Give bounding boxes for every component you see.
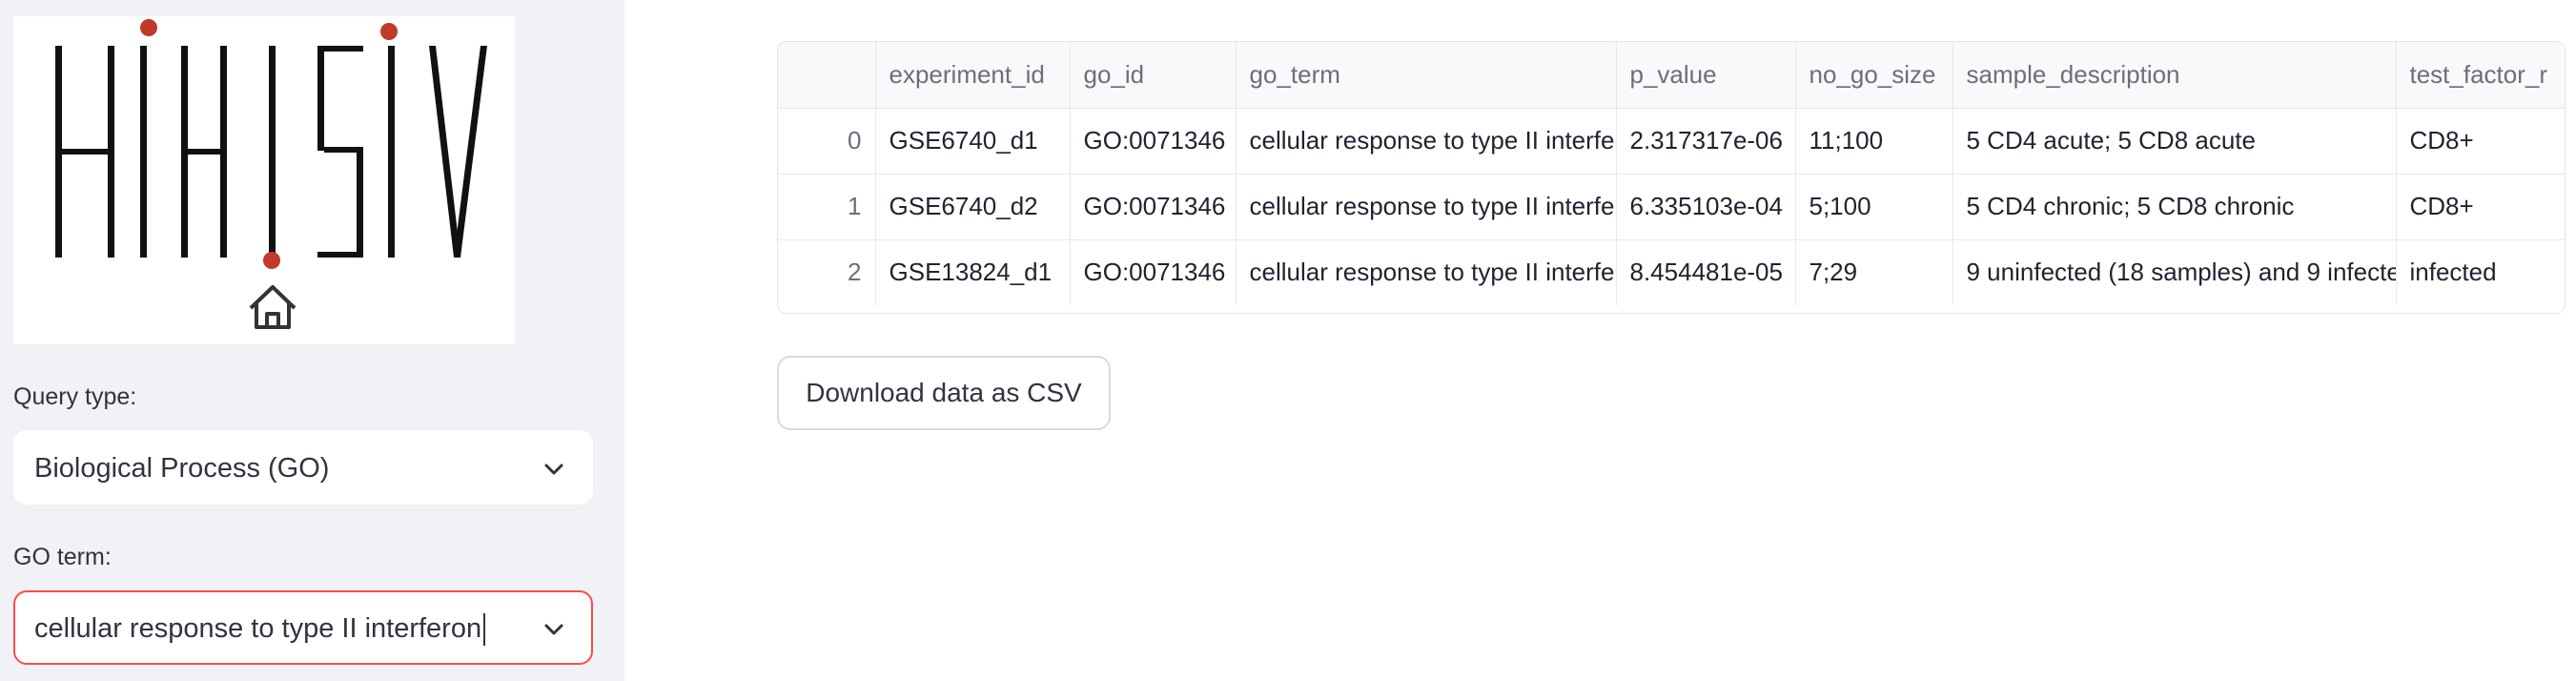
row-index: 0 bbox=[778, 108, 876, 175]
logo-graphic bbox=[55, 19, 487, 329]
text-cursor bbox=[483, 613, 486, 647]
table-cell[interactable]: cellular response to type II interfe bbox=[1236, 108, 1617, 175]
chevron-down-icon[interactable] bbox=[542, 457, 566, 482]
column-header-go-term[interactable]: go_term bbox=[1236, 42, 1617, 109]
table-header-row: experiment_id go_id go_term p_value no_g… bbox=[778, 42, 2565, 109]
home-icon[interactable] bbox=[249, 285, 296, 329]
row-index: 2 bbox=[778, 239, 876, 305]
column-header-sample-description[interactable]: sample_description bbox=[1952, 42, 2397, 109]
column-header-test-factor[interactable]: test_factor_r bbox=[2396, 42, 2565, 109]
go-term-value: cellular response to type II interferon bbox=[34, 613, 482, 644]
go-term-select[interactable]: cellular response to type II interferon bbox=[13, 590, 593, 665]
table-row[interactable]: 1 GSE6740_d2 GO:0071346 cellular respons… bbox=[778, 174, 2565, 240]
table-cell[interactable]: cellular response to type II interfe bbox=[1236, 239, 1617, 305]
table-cell[interactable]: cellular response to type II interfe bbox=[1236, 174, 1617, 240]
column-header-index[interactable] bbox=[778, 42, 876, 109]
app-logo bbox=[13, 16, 515, 344]
table-cell[interactable]: 5 CD4 acute; 5 CD8 acute bbox=[1952, 108, 2397, 175]
table-row[interactable]: 2 GSE13824_d1 GO:0071346 cellular respon… bbox=[778, 239, 2565, 305]
go-term-label: GO term: bbox=[13, 544, 112, 570]
table-cell[interactable]: CD8+ bbox=[2396, 174, 2565, 240]
table-cell[interactable]: 5;100 bbox=[1795, 174, 1953, 240]
table-cell[interactable]: GO:0071346 bbox=[1070, 108, 1237, 175]
table-cell[interactable]: 9 uninfected (18 samples) and 9 infecte bbox=[1952, 239, 2397, 305]
query-type-select[interactable]: Biological Process (GO) bbox=[13, 430, 593, 505]
table-cell[interactable]: GSE6740_d2 bbox=[875, 174, 1071, 240]
table-cell[interactable]: GO:0071346 bbox=[1070, 239, 1237, 305]
table-cell[interactable]: 6.335103e-04 bbox=[1616, 174, 1796, 240]
main-content: experiment_id go_id go_term p_value no_g… bbox=[624, 0, 2576, 681]
table-cell[interactable]: 11;100 bbox=[1795, 108, 1953, 175]
download-csv-button[interactable]: Download data as CSV bbox=[777, 356, 1111, 430]
column-header-go-id[interactable]: go_id bbox=[1070, 42, 1237, 109]
column-header-experiment-id[interactable]: experiment_id bbox=[875, 42, 1071, 109]
go-term-input[interactable]: cellular response to type II interferon bbox=[34, 613, 486, 647]
query-type-value: Biological Process (GO) bbox=[34, 453, 330, 484]
sidebar: Query type: Biological Process (GO) GO t… bbox=[0, 0, 624, 681]
table-cell[interactable]: 8.454481e-05 bbox=[1616, 239, 1796, 305]
column-header-no-go-size[interactable]: no_go_size bbox=[1795, 42, 1953, 109]
row-index: 1 bbox=[778, 174, 876, 240]
table-cell[interactable]: 2.317317e-06 bbox=[1616, 108, 1796, 175]
table-cell[interactable]: 5 CD4 chronic; 5 CD8 chronic bbox=[1952, 174, 2397, 240]
table-cell[interactable]: GO:0071346 bbox=[1070, 174, 1237, 240]
results-table[interactable]: experiment_id go_id go_term p_value no_g… bbox=[777, 41, 2566, 314]
table-cell[interactable]: CD8+ bbox=[2396, 108, 2565, 175]
chevron-down-icon[interactable] bbox=[542, 617, 566, 642]
table-cell[interactable]: 7;29 bbox=[1795, 239, 1953, 305]
table-cell[interactable]: GSE13824_d1 bbox=[875, 239, 1071, 305]
table-cell[interactable]: infected bbox=[2396, 239, 2565, 305]
table-cell[interactable]: GSE6740_d1 bbox=[875, 108, 1071, 175]
query-type-label: Query type: bbox=[13, 383, 137, 410]
column-header-p-value[interactable]: p_value bbox=[1616, 42, 1796, 109]
table-row[interactable]: 0 GSE6740_d1 GO:0071346 cellular respons… bbox=[778, 108, 2565, 175]
